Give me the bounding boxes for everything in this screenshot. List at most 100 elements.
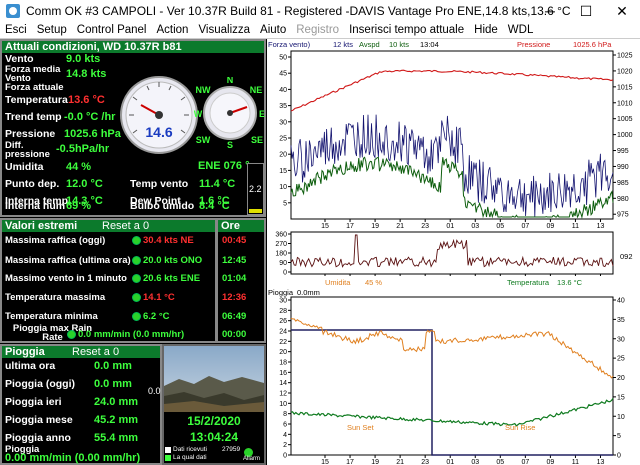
bot-x-label: 23 <box>421 459 429 465</box>
bot-x-label: 03 <box>471 459 479 465</box>
humidity-row: Interna hum 69 % Bulbo umido 8.4 °C <box>0 197 244 216</box>
menu-registro: Registro <box>296 24 340 36</box>
chart-top-val-mid: 10 kts <box>389 40 410 49</box>
interna-hum-value: 69 % <box>66 200 92 212</box>
bot-y-left-label: 14 <box>279 380 287 387</box>
top-x-label: 05 <box>496 223 504 230</box>
rain-mese-value: 45.2 mm <box>94 414 139 426</box>
forza-media-label: Forza media Vento <box>5 64 61 84</box>
window-title: Comm OK #3 CAMPOLI - Ver 10.37R Build 81… <box>26 4 571 18</box>
chart-top-val-right: 1025.6 hPa <box>573 40 612 49</box>
top-y-right-label: 1000 <box>617 132 633 139</box>
top-y-left-label: 40 <box>279 87 287 94</box>
rain-oggi-value: 0.0 mm <box>94 378 132 390</box>
bot-y-right-label: 20 <box>617 375 625 382</box>
extreme-value-2: 20.6 kts ENE <box>143 273 201 284</box>
rain-ultima-ora-value: 0.0 mm <box>94 360 132 372</box>
legend-received-label: Dati ricevuti <box>173 446 207 453</box>
wind-pressure-plot: 50 45 40 35 30 25 20 15 10 5 1025 1020 1015 1010 1005 1… <box>279 50 633 230</box>
menu-aiuto[interactable]: Aiuto <box>255 24 291 36</box>
bot-y-left-label: 26 <box>279 318 287 325</box>
temperatura-label: Temperatura <box>5 94 68 106</box>
wind-direction-plot: 360 270 180 90 0 <box>275 231 614 277</box>
menu-setup[interactable]: Setup <box>32 24 72 36</box>
top-y-left-label: 25 <box>279 136 287 143</box>
menu-inserisci-tempo[interactable]: Inserisci tempo attuale <box>344 24 469 36</box>
extreme-label-2: Massimo vento in 1 minuto <box>5 273 127 284</box>
rain-rate-value: 0.00 mm/min (0.00 mm/hr) <box>5 452 141 464</box>
punto-dep-value: 12.0 °C <box>66 178 103 190</box>
punto-dep-label: Punto dep. <box>5 178 60 190</box>
chart-bot-label-pioggia: Pioggia <box>268 288 294 297</box>
compass-e: E <box>259 109 265 119</box>
close-button[interactable]: ✕ <box>604 0 640 22</box>
bot-x-label: 15 <box>321 459 329 465</box>
compass-nw: NW <box>196 85 211 95</box>
bot-y-left-label: 28 <box>279 308 287 315</box>
menu-esci[interactable]: Esci <box>0 24 32 36</box>
diff-pressione-value: -0.5hPa/hr <box>56 143 110 155</box>
extremes-title: Valori estremi <box>5 220 78 232</box>
ore-time-1: 12:45 <box>222 255 247 266</box>
top-x-label: 23 <box>421 223 429 230</box>
pressione-value: 1025.6 hPa <box>64 128 121 140</box>
chart-top-val-left: 12 kts <box>333 40 354 49</box>
extreme-label-1: Massima raffica (ultima ora) <box>5 255 131 266</box>
temp-vento-value: 11.4 °C <box>199 178 236 190</box>
wind-direction-value: ENE 076 ° <box>198 160 250 172</box>
top-x-label: 03 <box>471 223 479 230</box>
extreme-indicator-1 <box>132 256 141 265</box>
menu-action[interactable]: Action <box>151 24 193 36</box>
menu-hide[interactable]: Hide <box>469 24 503 36</box>
bot-x-label: 07 <box>521 459 529 465</box>
bot-x-label: 21 <box>396 459 404 465</box>
diff-pressione-label: Diff. pressione <box>5 140 50 160</box>
mid-plot-frame <box>290 231 614 275</box>
top-y-left-label: 10 <box>279 184 287 191</box>
menu-control-panel[interactable]: Control Panel <box>72 24 152 36</box>
ore-panel: Ore 00:45 12:45 01:04 12:36 06:49 00:00 <box>216 218 266 343</box>
extreme-indicator-4 <box>132 312 141 321</box>
bulbo-label: Bulbo umido <box>130 200 195 212</box>
compass-ne: NE <box>250 85 263 95</box>
alarm-label: Allarm <box>243 456 261 462</box>
bot-y-left-label: 12 <box>279 391 287 398</box>
ore-time-2: 01:04 <box>222 273 247 284</box>
current-conditions-panel: Attuali condizioni, WD 10.37R b81 Vento … <box>0 39 266 217</box>
maximize-button[interactable]: ☐ <box>568 0 604 22</box>
extremes-header: Valori estremi Reset a 0 <box>2 220 215 232</box>
bot-y-right-label: 15 <box>617 394 625 401</box>
menu-visualizza[interactable]: Visualizza <box>193 24 255 36</box>
extremes-reset-button[interactable]: Reset a 0 <box>102 220 149 232</box>
extreme-indicator-0 <box>132 236 141 245</box>
bot-y-left-label: 22 <box>279 339 287 346</box>
bot-y-right-label: 30 <box>617 336 625 343</box>
ore-time-4: 06:49 <box>222 311 247 322</box>
top-y-left-label: 45 <box>279 71 287 78</box>
pressione-label: Pressione <box>5 128 56 140</box>
bot-y-left-label: 20 <box>279 349 287 356</box>
top-y-right-label: 1010 <box>617 100 633 107</box>
chart-bot-sunrise: Sun Rise <box>505 423 536 432</box>
extreme-label-4: Temperatura minima <box>5 311 98 322</box>
bot-plot-frame <box>290 296 614 456</box>
bot-y-right-label: 5 <box>617 433 621 440</box>
minimize-button[interactable]: ─ <box>532 0 568 22</box>
level-gauge-fill <box>249 209 262 213</box>
top-y-right-label: 985 <box>617 180 629 187</box>
top-y-right-label: 975 <box>617 212 629 219</box>
ore-time-0: 00:45 <box>222 235 247 246</box>
compass-s: S <box>227 140 233 149</box>
ore-header: Ore <box>218 220 264 232</box>
extreme-indicator-3 <box>132 293 141 302</box>
rain-reset-button[interactable]: Reset a 0 <box>72 346 119 358</box>
extreme-indicator-5 <box>67 330 76 339</box>
chart-bot-sunset: Sun Set <box>347 423 374 432</box>
top-x-label: 21 <box>396 223 404 230</box>
wind-compass-gauge: N NE E SE S SW W NW <box>194 77 265 149</box>
bot-x-label: 09 <box>546 459 554 465</box>
rain-oggi-label: Pioggia (oggi) <box>5 378 75 390</box>
top-y-left-label: 30 <box>279 119 287 126</box>
menu-wdl[interactable]: WDL <box>503 24 539 36</box>
rain-anno-value: 55.4 mm <box>94 432 139 444</box>
